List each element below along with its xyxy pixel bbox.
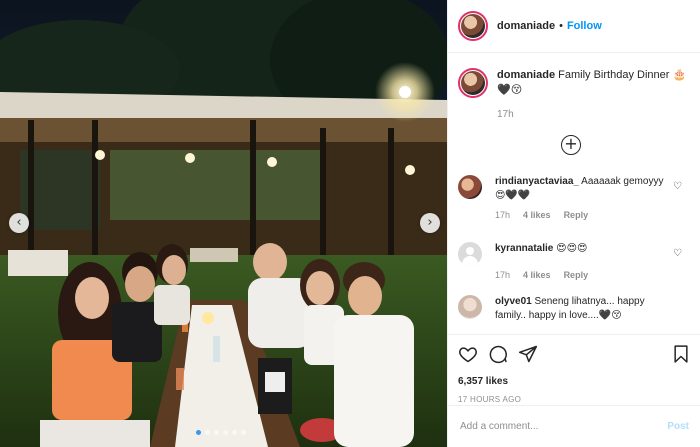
chevron-left-icon[interactable]: ‹ (9, 213, 29, 233)
carousel-dots (196, 430, 246, 435)
comment-avatar[interactable] (458, 242, 482, 266)
comment-time[interactable]: 17h (495, 268, 510, 282)
reply-button[interactable]: Reply (564, 268, 589, 282)
carousel-dot (196, 430, 201, 435)
post-caption: domaniade Family Birthday Dinner 🎂🖤😚 17h (458, 68, 696, 122)
add-comment-bar: Post (448, 405, 700, 447)
share-icon[interactable] (518, 344, 538, 364)
comment-text: 😍😍😍 (556, 243, 588, 254)
list-item: kyrannatalie 😍😍😍 17h 4 likes Reply ♡ (458, 242, 696, 282)
reply-button[interactable]: Reply (564, 208, 589, 222)
post-header: domaniade • Follow (448, 0, 700, 53)
caption-username[interactable]: domaniade (497, 69, 555, 81)
avatar[interactable] (458, 11, 488, 41)
chevron-right-icon[interactable]: › (420, 213, 440, 233)
list-item: olyve01 Seneng lihatnya... happy family.… (458, 295, 696, 323)
post-timestamp[interactable]: 17 HOURS AGO (458, 395, 691, 404)
carousel-dot (223, 430, 228, 435)
list-item: rindianyactaviaa_ Aaaaaak gemoyyy😍🖤🖤 17h… (458, 175, 696, 222)
comment-username[interactable]: rindianyactaviaa_ (495, 176, 579, 187)
comment-avatar[interactable] (458, 175, 482, 199)
follow-button[interactable]: Follow (567, 20, 602, 32)
caption-avatar[interactable] (458, 68, 488, 98)
plus-circle-icon[interactable]: + (561, 135, 581, 155)
post-button[interactable]: Post (667, 421, 689, 432)
comment-time[interactable]: 17h (495, 208, 510, 222)
comment-username[interactable]: kyrannatalie (495, 243, 553, 254)
carousel-dot (205, 430, 210, 435)
restaurant-scene-image (0, 0, 447, 447)
post-actions: 6,357 likes 17 HOURS AGO (448, 334, 700, 404)
comment-likes[interactable]: 4 likes (523, 208, 551, 222)
post-side-panel: domaniade • Follow domaniade Family Birt… (447, 0, 700, 447)
comment-username[interactable]: olyve01 (495, 296, 532, 307)
heart-icon[interactable]: ♡ (673, 181, 682, 192)
carousel-dot (214, 430, 219, 435)
caption-time[interactable]: 17h (497, 107, 687, 122)
header-separator: • (559, 20, 563, 32)
bookmark-icon[interactable] (671, 344, 691, 364)
post-photo[interactable]: ‹ › (0, 0, 447, 447)
header-username[interactable]: domaniade (497, 20, 555, 32)
heart-icon[interactable] (458, 344, 478, 364)
comment-likes[interactable]: 4 likes (523, 268, 551, 282)
comment-avatar[interactable] (458, 295, 482, 319)
heart-icon[interactable]: ♡ (673, 248, 682, 259)
carousel-dot (241, 430, 246, 435)
likes-count[interactable]: 6,357 likes (458, 376, 691, 387)
comment-input[interactable] (460, 421, 668, 432)
comment-icon[interactable] (488, 344, 508, 364)
carousel-dot (232, 430, 237, 435)
